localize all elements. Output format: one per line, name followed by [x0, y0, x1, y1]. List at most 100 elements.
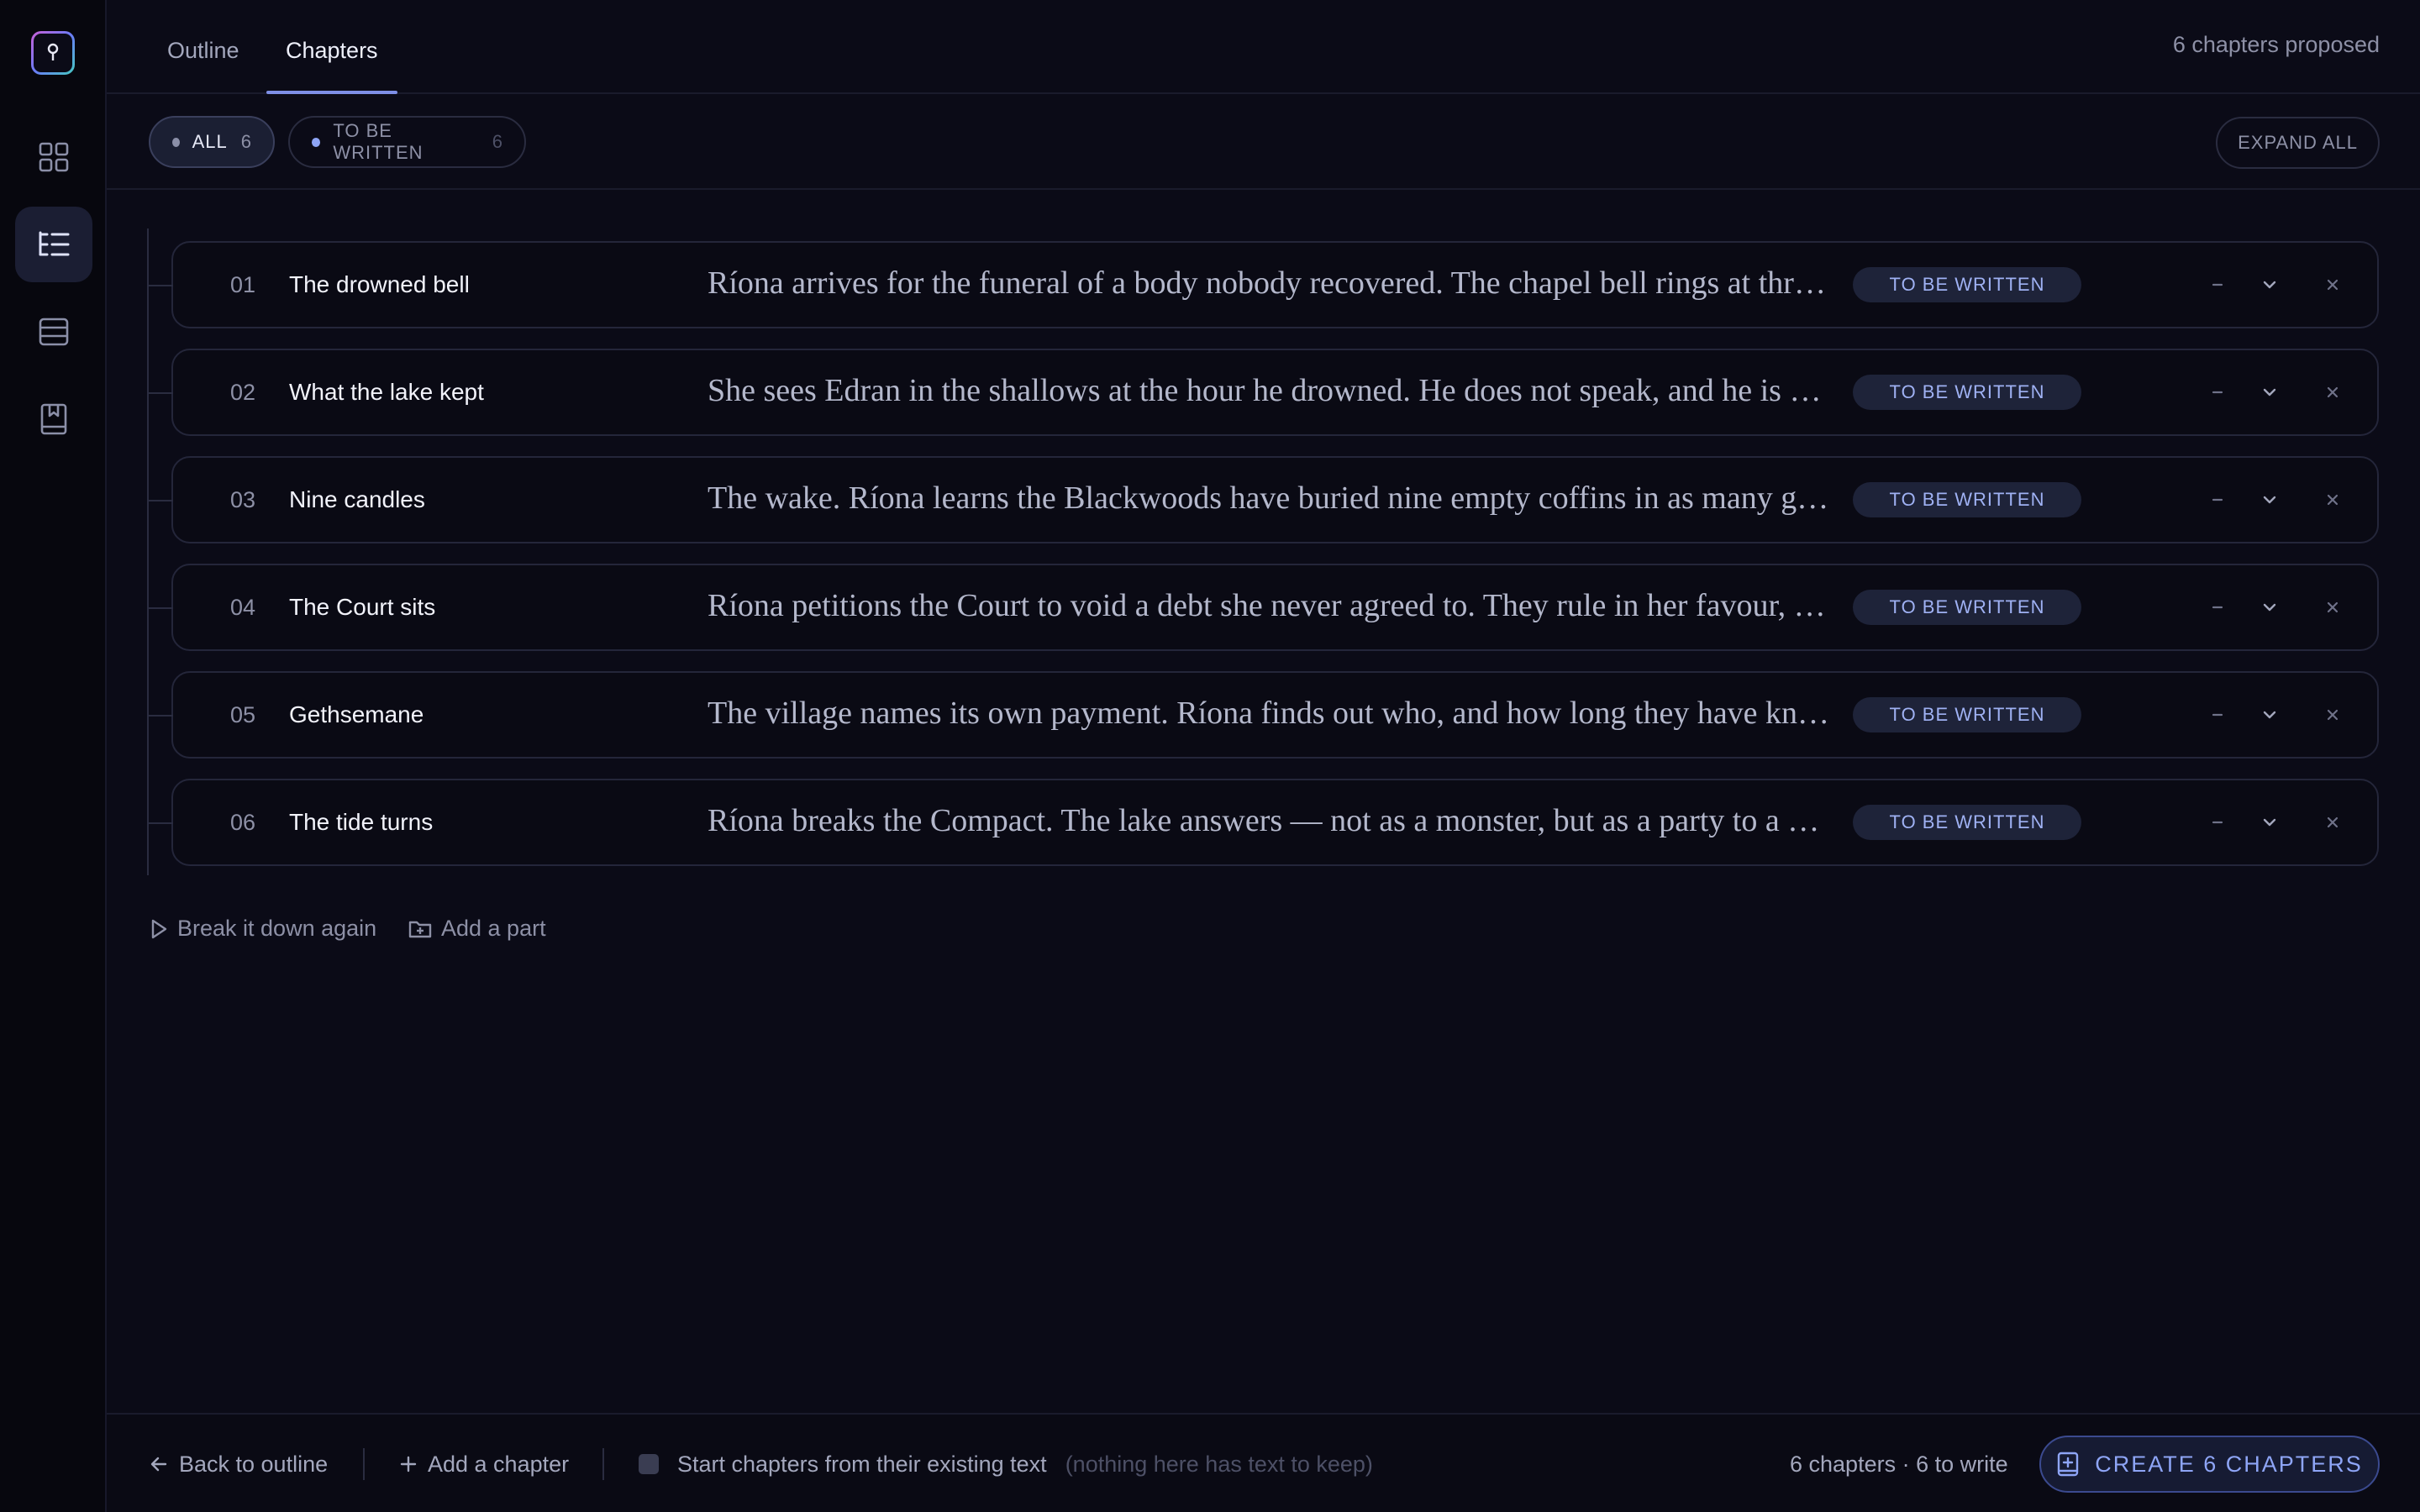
chapter-title[interactable]: Nine candles — [289, 458, 425, 542]
create-chapters-button[interactable]: CREATE 6 CHAPTERS — [2039, 1436, 2380, 1493]
collapse-button[interactable] — [2204, 379, 2231, 406]
status-badge: TO BE WRITTEN — [1853, 805, 2081, 840]
expand-chapter-button[interactable] — [2256, 809, 2283, 836]
tree-connector — [149, 822, 173, 824]
remove-chapter-button[interactable] — [2319, 594, 2346, 621]
chapter-row[interactable]: 01 The drowned bell Ríona arrives for th… — [149, 241, 2379, 328]
close-icon — [2327, 816, 2338, 828]
dashboard-nav-button[interactable] — [15, 119, 92, 195]
add-chapter-button[interactable]: Add a chapter — [399, 1415, 569, 1512]
create-chapters-label: CREATE 6 CHAPTERS — [2095, 1451, 2363, 1477]
footer-divider — [602, 1448, 604, 1480]
app-logo[interactable] — [31, 31, 75, 75]
chapter-row[interactable]: 04 The Court sits Ríona petitions the Co… — [149, 564, 2379, 651]
manuscript-nav-button[interactable] — [15, 294, 92, 370]
chevron-down-icon — [2263, 818, 2276, 827]
chapter-title[interactable]: The Court sits — [289, 565, 435, 649]
add-part-button[interactable]: Add a part — [408, 916, 546, 942]
close-icon — [2327, 494, 2338, 506]
plus-icon — [400, 1456, 417, 1473]
remove-chapter-button[interactable] — [2319, 809, 2346, 836]
chapter-number: 06 — [230, 810, 256, 835]
collapse-button[interactable] — [2204, 809, 2231, 836]
chevron-down-icon — [2263, 496, 2276, 504]
chapter-row[interactable]: 06 The tide turns Ríona breaks the Compa… — [149, 779, 2379, 866]
start-from-text-checkbox[interactable] — [639, 1454, 659, 1474]
chapter-summary[interactable]: The wake. Ríona learns the Blackwoods ha… — [708, 458, 1832, 538]
close-icon — [2327, 386, 2338, 398]
back-to-outline-label: Back to outline — [179, 1451, 329, 1477]
expand-chapter-button[interactable] — [2256, 379, 2283, 406]
chapter-summary[interactable]: Ríona petitions the Court to void a debt… — [708, 565, 1832, 646]
status-badge: TO BE WRITTEN — [1853, 482, 2081, 517]
remove-chapter-button[interactable] — [2319, 486, 2346, 513]
list-tree-icon — [39, 231, 70, 256]
start-from-text-option[interactable]: Start chapters from their existing text … — [639, 1415, 1373, 1512]
minus-icon — [2212, 606, 2223, 609]
expand-chapter-button[interactable] — [2256, 486, 2283, 513]
chapter-summary[interactable]: Ríona breaks the Compact. The lake answe… — [708, 780, 1832, 861]
chapter-summary[interactable]: She sees Edran in the shallows at the ho… — [708, 350, 1832, 431]
book-plus-icon — [2056, 1451, 2080, 1478]
tree-connector — [149, 715, 173, 717]
chevron-down-icon — [2263, 281, 2276, 289]
grid-icon — [39, 142, 69, 172]
tree-connector — [149, 392, 173, 394]
collapse-button[interactable] — [2204, 486, 2231, 513]
chevron-down-icon — [2263, 388, 2276, 396]
chapter-title[interactable]: The drowned bell — [289, 243, 470, 327]
dot-icon — [172, 137, 180, 147]
outline-nav-button[interactable] — [15, 207, 92, 282]
remove-chapter-button[interactable] — [2319, 271, 2346, 298]
chapter-row[interactable]: 05 Gethsemane The village names its own … — [149, 671, 2379, 759]
collapse-button[interactable] — [2204, 701, 2231, 728]
tree-connector — [149, 607, 173, 609]
filter-all-count: 6 — [240, 131, 251, 152]
chevron-down-icon — [2263, 711, 2276, 719]
filter-all-label: ALL — [192, 131, 228, 152]
chapter-row[interactable]: 02 What the lake kept She sees Edran in … — [149, 349, 2379, 436]
sidebar — [0, 0, 107, 1512]
start-from-text-hint: (nothing here has text to keep) — [1065, 1451, 1373, 1477]
chapter-title[interactable]: The tide turns — [289, 780, 433, 864]
chapter-number: 03 — [230, 487, 256, 512]
tab-outline[interactable]: Outline — [167, 0, 239, 94]
chevron-down-icon — [2263, 603, 2276, 612]
minus-icon — [2212, 391, 2223, 394]
chapter-number: 02 — [230, 380, 256, 405]
chapter-title[interactable]: Gethsemane — [289, 673, 424, 757]
book-bookmark-icon — [40, 403, 67, 435]
break-down-again-button[interactable]: Break it down again — [149, 916, 376, 942]
collapse-button[interactable] — [2204, 271, 2231, 298]
close-icon — [2327, 279, 2338, 291]
dot-icon — [312, 137, 321, 147]
library-nav-button[interactable] — [15, 381, 92, 457]
footer-summary: 6 chapters · 6 to write — [1790, 1451, 2008, 1477]
chapters-proposed-count: 6 chapters proposed — [2172, 32, 2380, 57]
remove-chapter-button[interactable] — [2319, 701, 2346, 728]
keyhole-icon — [47, 43, 59, 60]
remove-chapter-button[interactable] — [2319, 379, 2346, 406]
expand-chapter-button[interactable] — [2256, 271, 2283, 298]
expand-chapter-button[interactable] — [2256, 701, 2283, 728]
chapter-summary[interactable]: Ríona arrives for the funeral of a body … — [708, 243, 1832, 323]
status-badge: TO BE WRITTEN — [1853, 697, 2081, 732]
back-to-outline-button[interactable]: Back to outline — [149, 1415, 328, 1512]
filter-bar: ALL 6 TO BE WRITTEN 6 EXPAND ALL — [107, 94, 2420, 190]
footer-bar: Back to outline Add a chapter Start chap… — [107, 1413, 2420, 1512]
expand-chapter-button[interactable] — [2256, 594, 2283, 621]
status-badge: TO BE WRITTEN — [1853, 590, 2081, 625]
filter-to-be-written-pill[interactable]: TO BE WRITTEN 6 — [288, 116, 526, 168]
expand-all-button[interactable]: EXPAND ALL — [2216, 117, 2380, 169]
close-icon — [2327, 601, 2338, 613]
minus-icon — [2212, 498, 2223, 501]
chapter-summary[interactable]: The village names its own payment. Ríona… — [708, 673, 1832, 753]
chapter-row[interactable]: 03 Nine candles The wake. Ríona learns t… — [149, 456, 2379, 543]
minus-icon — [2212, 713, 2223, 717]
chapter-title[interactable]: What the lake kept — [289, 350, 484, 434]
tab-chapters[interactable]: Chapters — [266, 0, 397, 94]
footer-divider — [363, 1448, 365, 1480]
filter-all-pill[interactable]: ALL 6 — [149, 116, 275, 168]
collapse-button[interactable] — [2204, 594, 2231, 621]
minus-icon — [2212, 821, 2223, 824]
